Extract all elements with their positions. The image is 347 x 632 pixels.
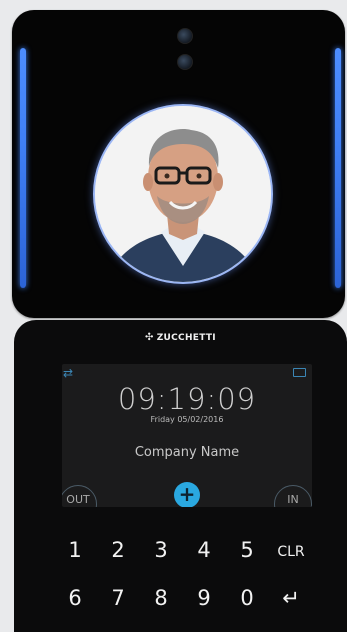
sync-icon: ⇄	[63, 366, 74, 380]
enter-icon[interactable]: ↵	[276, 586, 306, 610]
key-8[interactable]: 8	[146, 586, 176, 610]
clock-date: Friday 05/02/2016	[150, 415, 224, 424]
face-recognition-view	[93, 104, 273, 284]
key-2[interactable]: 2	[103, 538, 133, 562]
terminal-unit: ✣ ZUCCHETTI ⇄ 09:19:09 Friday 05/02/2016 …	[14, 320, 347, 632]
in-button[interactable]: IN	[274, 485, 312, 507]
key-4[interactable]: 4	[189, 538, 219, 562]
add-button[interactable]: +	[174, 482, 200, 507]
key-5[interactable]: 5	[232, 538, 262, 562]
clear-button[interactable]: CLR	[276, 544, 306, 560]
camera-sensor-icon	[177, 54, 193, 70]
camera-lens-icon	[177, 28, 193, 44]
terminal-screen: ⇄ 09:19:09 Friday 05/02/2016 Company Nam…	[62, 364, 312, 507]
key-7[interactable]: 7	[103, 586, 133, 610]
zucchetti-logo-icon: ✣	[145, 332, 154, 343]
key-3[interactable]: 3	[146, 538, 176, 562]
out-button[interactable]: OUT	[62, 485, 97, 507]
key-1[interactable]: 1	[60, 538, 90, 562]
key-6[interactable]: 6	[60, 586, 90, 610]
right-led-strip	[335, 48, 341, 288]
key-0[interactable]: 0	[232, 586, 262, 610]
left-led-strip	[20, 48, 26, 288]
key-9[interactable]: 9	[189, 586, 219, 610]
battery-icon	[293, 368, 306, 377]
person-portrait	[95, 106, 271, 282]
brand-label: ✣ ZUCCHETTI	[145, 332, 216, 343]
clock-time: 09:19:09	[117, 382, 257, 416]
camera-unit	[12, 10, 345, 318]
company-name: Company Name	[134, 445, 240, 460]
